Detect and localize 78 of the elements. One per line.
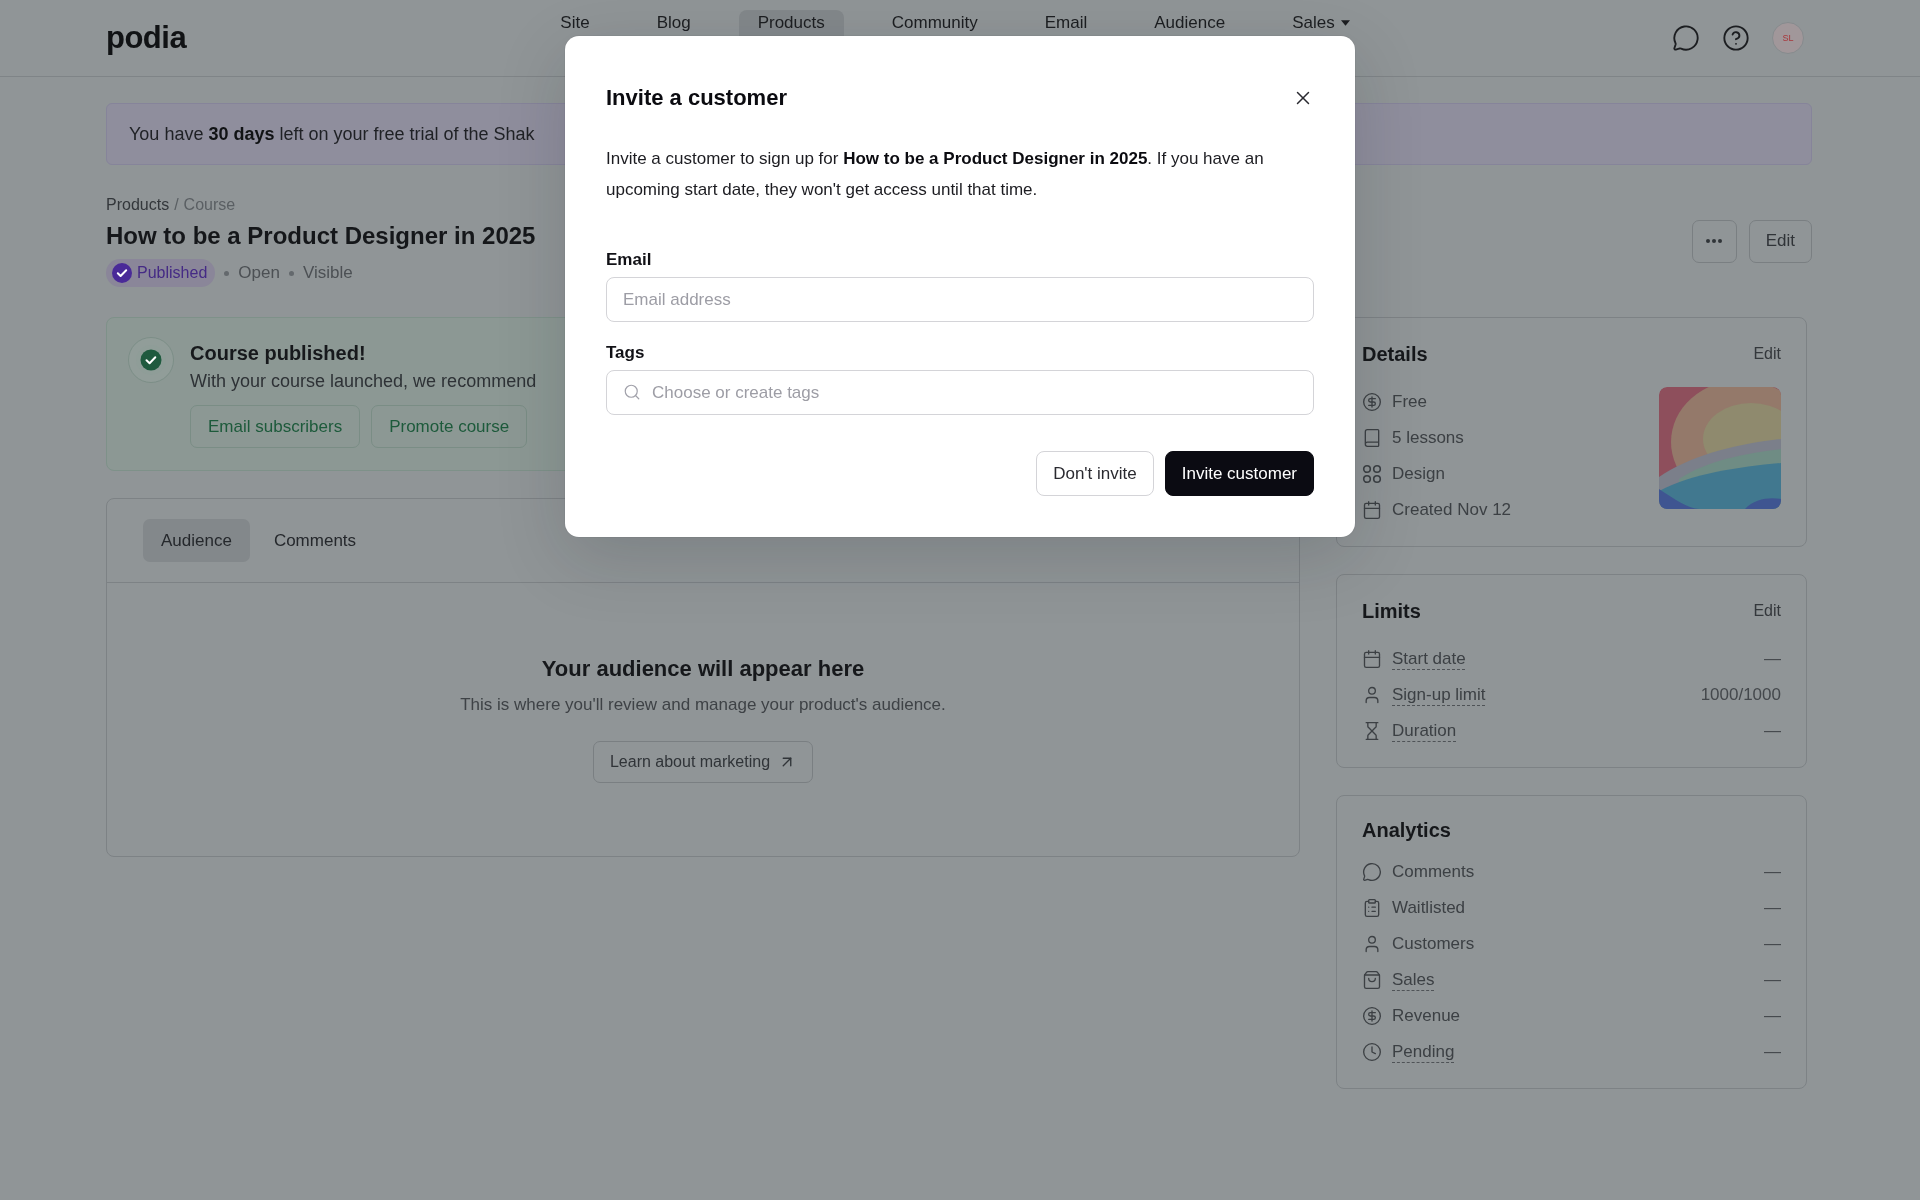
nav-link[interactable]: Sales — [1273, 10, 1369, 36]
card-title: Limits — [1362, 599, 1421, 623]
row-label: Duration — [1392, 721, 1457, 741]
calendar-icon — [1362, 649, 1382, 669]
learn-more-button[interactable]: Learn about marketing — [592, 741, 814, 783]
row-label: Created Nov 12 — [1392, 500, 1512, 520]
row-value: 1000/1000 — [1700, 685, 1781, 705]
row-value: — — [1764, 1042, 1781, 1062]
row-label: Sales — [1392, 970, 1435, 990]
nav-link[interactable]: Blog — [637, 10, 710, 36]
announcement-text: With your course launched, we recommend — [190, 370, 537, 393]
dollar-icon — [1362, 1006, 1382, 1026]
clipboard-icon — [1362, 898, 1382, 918]
dollar-icon — [1362, 392, 1382, 412]
row-label: Pending — [1392, 1042, 1455, 1062]
action-button[interactable]: Promote course — [371, 405, 528, 448]
page-title: How to be a Product Designer in 2025 — [106, 221, 536, 251]
row-value: — — [1764, 970, 1781, 990]
help-icon[interactable] — [1722, 24, 1750, 52]
row-label: Comments — [1392, 862, 1475, 882]
calendar-icon — [1362, 500, 1382, 520]
separator-dot — [224, 270, 230, 276]
edit-link[interactable]: Edit — [1753, 345, 1781, 363]
row-value: — — [1764, 862, 1781, 882]
announcement-title: Course published! — [190, 341, 367, 366]
field-label: Email — [606, 249, 653, 271]
more-icon — [1706, 239, 1723, 243]
search-field[interactable]: Choose or create tags — [606, 370, 1314, 415]
separator-dot — [288, 270, 294, 276]
row-label: Design — [1392, 464, 1445, 484]
primary-button[interactable]: Invite customer — [1164, 451, 1314, 496]
dialog-description: Invite a customer to sign up for How to be a Product Designer in 2025. If you have an upcoming start date, they won't get access until that time. — [606, 148, 1265, 201]
nav-link[interactable]: Community — [872, 10, 997, 36]
nav-link[interactable]: Site — [541, 10, 609, 36]
logo[interactable]: podia — [106, 20, 187, 56]
chat-bubble-icon — [1362, 862, 1382, 882]
row-label: 5 lessons — [1392, 428, 1464, 448]
row-value: — — [1764, 934, 1781, 954]
action-button[interactable]: Email subscribers — [190, 405, 361, 448]
secondary-button[interactable]: Don't invite — [1036, 451, 1154, 496]
row-value: — — [1764, 721, 1781, 741]
empty-state-title: Your audience will appear here — [541, 655, 865, 683]
nav-link[interactable]: Products — [738, 10, 844, 36]
check-circle-icon — [112, 263, 132, 283]
shopping-bag-icon — [1362, 970, 1382, 990]
row-value: — — [1764, 649, 1781, 669]
input-field[interactable]: Email address — [606, 277, 1314, 322]
nav-link[interactable]: Audience — [1135, 10, 1245, 36]
trial-banner-text: You have 30 days left on your free trial of the Shak — [129, 123, 535, 145]
card-title: Details — [1362, 342, 1428, 366]
breadcrumb-link[interactable]: Products — [106, 195, 170, 215]
row-label: Waitlisted — [1392, 898, 1466, 918]
empty-state-text: This is where you'll review and manage your product's audience. — [460, 694, 946, 716]
check-circle-icon — [128, 337, 174, 383]
chat-bubble-icon[interactable] — [1672, 24, 1700, 52]
status-text: Published — [137, 264, 208, 282]
row-label: Sign-up limit — [1392, 685, 1486, 705]
tab[interactable]: Audience — [143, 519, 250, 562]
card-title: Analytics — [1362, 818, 1451, 842]
row-label: Revenue — [1392, 1006, 1461, 1026]
edit-button[interactable]: Edit — [1748, 219, 1812, 263]
edit-link[interactable]: Edit — [1753, 602, 1781, 620]
field-label: Tags — [606, 342, 646, 364]
dialog-title: Invite a customer — [606, 85, 787, 111]
row-value: — — [1764, 898, 1781, 918]
row-label: Customers — [1392, 934, 1475, 954]
breadcrumb-separator: / — [174, 195, 179, 215]
search-icon — [623, 383, 641, 401]
circles-grid-icon — [1362, 464, 1382, 484]
tab[interactable]: Comments — [255, 519, 375, 562]
row-label: Start date — [1392, 649, 1466, 669]
book-icon — [1362, 428, 1382, 448]
status-meta: Open — [238, 263, 280, 283]
nav-link[interactable]: Email — [1025, 10, 1107, 36]
row-value: — — [1764, 1006, 1781, 1026]
row-label: Free — [1392, 392, 1427, 412]
status-meta: Visible — [302, 263, 353, 283]
clock-icon — [1362, 1042, 1382, 1062]
